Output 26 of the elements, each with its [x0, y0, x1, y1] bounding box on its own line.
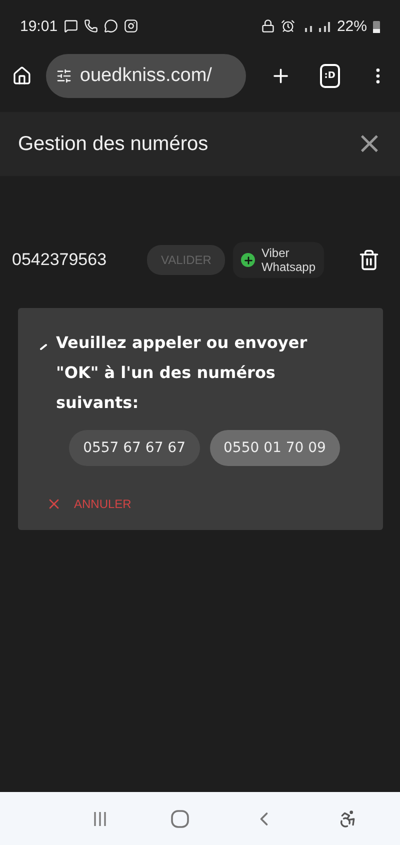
phone-number: 0542379563: [12, 250, 108, 270]
add-icon: [241, 253, 256, 267]
app-name: Viber: [261, 246, 290, 260]
instruction-text: Veuillez appeler ou envoyer "OK" à l'un des numéros suivants:: [56, 332, 308, 414]
messaging-apps-chip[interactable]: Viber Whatsapp: [233, 242, 324, 278]
chat-bubble-icon: [104, 19, 118, 33]
number-chip[interactable]: 0550 01 70 09: [210, 430, 340, 466]
url-text: ouedkniss.com/: [80, 65, 212, 87]
number-chip[interactable]: 0557 67 67 67: [69, 430, 200, 466]
app-name: Whatsapp: [261, 260, 316, 274]
battery-level: 22%: [336, 18, 367, 34]
home-button-icon[interactable]: [171, 810, 190, 828]
lock-icon: [260, 19, 275, 33]
recent-apps-icon[interactable]: [92, 810, 108, 826]
chat-icon: [64, 19, 78, 33]
close-button[interactable]: ×: [356, 129, 382, 159]
battery-icon: [373, 20, 380, 32]
clock: 19:01: [20, 18, 58, 34]
dialog-title: Gestion des numéros: [18, 132, 208, 156]
url-field[interactable]: ouedkniss.com/: [46, 54, 246, 98]
site-settings-icon: [56, 68, 72, 84]
tabs-button[interactable]: :D: [320, 64, 340, 88]
phone-icon: [84, 19, 98, 33]
delete-icon[interactable]: [358, 249, 380, 271]
alarm-icon: [280, 19, 295, 33]
camera-icon: [124, 19, 138, 33]
